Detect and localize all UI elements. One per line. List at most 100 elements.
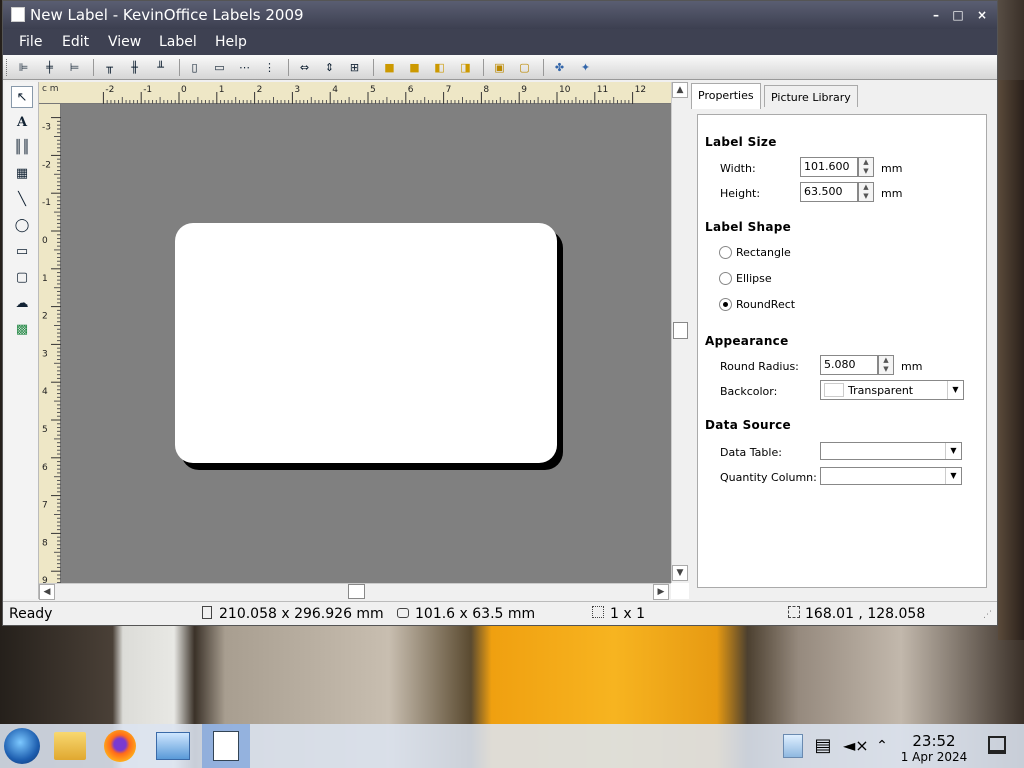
scroll-down-arrow[interactable]: ▼ [672, 565, 688, 581]
send-backward-icon[interactable]: ◨ [457, 59, 474, 76]
backcolor-value: Transparent [848, 384, 914, 397]
text-icon[interactable]: A [11, 112, 33, 134]
width-label: Width: [720, 162, 756, 175]
show-desktop-icon[interactable] [988, 736, 1006, 754]
align-middle-icon[interactable]: ╫ [126, 59, 143, 76]
file-manager-icon[interactable] [54, 732, 86, 760]
design-workspace[interactable] [61, 104, 671, 583]
unlock-icon[interactable]: ▢ [516, 59, 533, 76]
quantity-column-dropdown[interactable]: ▼ [820, 467, 962, 485]
height-field[interactable]: 63.500 [800, 182, 858, 202]
scroll-right-arrow[interactable]: ▶ [653, 584, 669, 600]
menu-label[interactable]: Label [159, 34, 197, 50]
rectangle-icon[interactable]: ▭ [11, 241, 33, 263]
align-bottom-icon[interactable]: ╨ [152, 59, 169, 76]
width-unit: mm [881, 162, 903, 175]
chevron-down-icon[interactable]: ▼ [947, 381, 963, 399]
control-panel-icon[interactable] [156, 732, 190, 760]
bring-front-icon[interactable]: ■ [381, 59, 398, 76]
top-ruler-label: 5 [370, 85, 376, 95]
scroll-up-arrow[interactable]: ▲ [672, 82, 688, 98]
toolbar: ⊫ ╪ ⊨ ╥ ╫ ╨ ▯ ▭ ⋯ ⋮ ⇔ ⇕ ⊞ ■ ■ ◧ ◨ ▣ ▢ ✤ … [3, 55, 997, 80]
group-icon[interactable]: ⊞ [346, 59, 363, 76]
quantity-column-label: Quantity Column: [720, 471, 817, 484]
status-page-size: 210.058 x 296.926 mm [219, 606, 384, 622]
menu-help[interactable]: Help [215, 34, 247, 50]
chevron-down-icon[interactable]: ▼ [945, 468, 961, 484]
radio-ellipse[interactable] [719, 272, 732, 285]
freeform-icon[interactable]: ☁ [11, 293, 33, 315]
status-ready: Ready [9, 606, 53, 622]
space-horizontal-icon[interactable]: ⋯ [236, 59, 253, 76]
roundrect-icon[interactable]: ▢ [11, 267, 33, 289]
round-radius-unit: mm [901, 360, 923, 373]
radio-roundrect[interactable] [719, 298, 732, 311]
width-spinner[interactable]: ▲ ▼ [858, 157, 874, 177]
labels-app-icon[interactable] [202, 724, 250, 768]
print-preview-icon[interactable]: ✦ [577, 59, 594, 76]
same-height-icon[interactable]: ▭ [211, 59, 228, 76]
menu-view[interactable]: View [108, 34, 141, 50]
center-horizontal-icon[interactable]: ⇔ [296, 59, 313, 76]
pointer-icon[interactable]: ↖ [11, 86, 33, 108]
align-center-icon[interactable]: ╪ [41, 59, 58, 76]
center-vertical-icon[interactable]: ⇕ [321, 59, 338, 76]
align-top-icon[interactable]: ╥ [101, 59, 118, 76]
layout-grid-icon [592, 606, 604, 618]
clock[interactable]: 23:52 1 Apr 2024 [898, 732, 970, 764]
vertical-scrollbar[interactable]: ▲ ▼ [671, 82, 689, 583]
left-ruler-label: 6 [42, 463, 48, 473]
print-icon[interactable]: ✤ [551, 59, 568, 76]
tab-picture-library[interactable]: Picture Library [764, 85, 858, 107]
menu-edit[interactable]: Edit [62, 34, 89, 50]
tray-expand-icon[interactable]: ⌃ [873, 736, 891, 756]
horizontal-scroll-thumb[interactable] [348, 584, 365, 599]
title-bar[interactable]: New Label - KevinOffice Labels 2009 – □ … [3, 1, 997, 29]
resize-grip[interactable]: ⋰ [983, 610, 992, 620]
width-field[interactable]: 101.600 [800, 157, 858, 177]
space-vertical-icon[interactable]: ⋮ [261, 59, 278, 76]
properties-content: Label Size Width: 101.600 ▲ ▼ mm Height: … [697, 114, 987, 588]
align-left-icon[interactable]: ⊫ [15, 59, 32, 76]
align-right-icon[interactable]: ⊨ [66, 59, 83, 76]
bring-forward-icon[interactable]: ◧ [431, 59, 448, 76]
status-bar: Ready 210.058 x 296.926 mm 101.6 x 63.5 … [3, 601, 997, 625]
left-ruler-label: -3 [42, 123, 51, 133]
firefox-icon[interactable] [104, 730, 136, 762]
tool-palette: ↖ A ║║ ▦ ╲ ◯ ▭ ▢ ☁ ▩ [5, 82, 39, 599]
horizontal-scrollbar[interactable]: ◀ ▶ [39, 583, 671, 600]
close-button[interactable]: × [973, 6, 991, 24]
send-back-icon[interactable]: ■ [406, 59, 423, 76]
tab-properties[interactable]: Properties [691, 83, 761, 109]
data-table-dropdown[interactable]: ▼ [820, 442, 962, 460]
qrcode-icon[interactable]: ▦ [11, 163, 33, 185]
same-width-icon[interactable]: ▯ [186, 59, 203, 76]
round-radius-field[interactable]: 5.080 [820, 355, 878, 375]
menu-file[interactable]: File [19, 34, 42, 50]
toolbar-grip[interactable] [6, 59, 9, 76]
vertical-scroll-thumb[interactable] [673, 322, 688, 339]
radio-rectangle[interactable] [719, 246, 732, 259]
left-ruler-label: 1 [42, 274, 48, 284]
height-spinner[interactable]: ▲ ▼ [858, 182, 874, 202]
round-radius-spinner[interactable]: ▲ ▼ [878, 355, 894, 375]
barcode-icon[interactable]: ║║ [11, 137, 33, 159]
minimize-button[interactable]: – [927, 6, 945, 24]
left-ruler-label: 8 [42, 538, 48, 548]
lock-icon[interactable]: ▣ [491, 59, 508, 76]
backcolor-dropdown[interactable]: Transparent ▼ [820, 380, 964, 400]
height-unit: mm [881, 187, 903, 200]
start-button[interactable] [4, 728, 40, 764]
line-icon[interactable]: ╲ [11, 189, 33, 211]
chevron-down-icon[interactable]: ▼ [945, 443, 961, 459]
network-icon[interactable] [783, 734, 803, 758]
scroll-left-arrow[interactable]: ◀ [39, 584, 55, 600]
volume-muted-icon[interactable]: ◄× [843, 736, 869, 756]
clipboard-icon[interactable]: ▤ [814, 736, 832, 756]
picture-icon[interactable]: ▩ [11, 319, 33, 341]
clock-date: 1 Apr 2024 [900, 750, 968, 764]
ellipse-icon[interactable]: ◯ [11, 215, 33, 237]
maximize-button[interactable]: □ [949, 6, 967, 24]
label-canvas[interactable] [175, 223, 557, 463]
top-ruler-label: -1 [143, 85, 152, 95]
